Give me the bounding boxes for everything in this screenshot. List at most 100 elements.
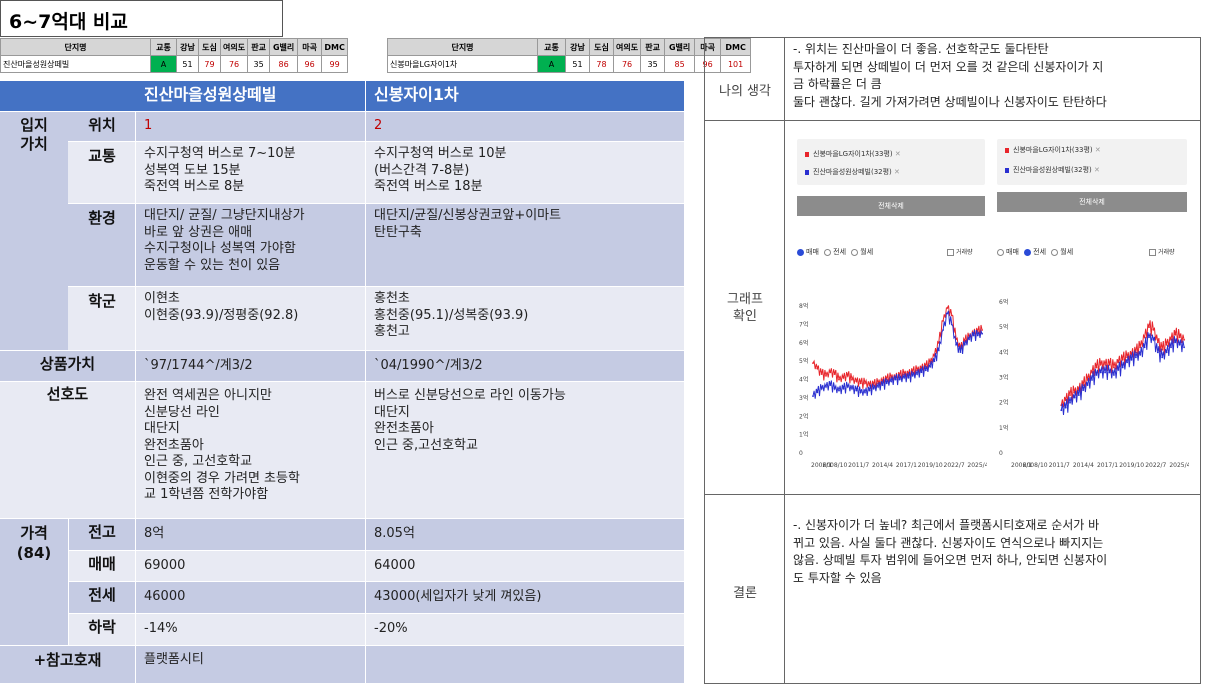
data-point (825, 386, 827, 388)
drop-c1: -14% (144, 621, 178, 636)
x-tick-label: 2008/10 (822, 462, 847, 469)
row-label-peak: 전고 (88, 523, 116, 541)
data-point (933, 360, 936, 363)
data-point (946, 307, 949, 309)
data-point (1069, 401, 1071, 404)
y-tick-label: 5억 (999, 323, 1008, 331)
radio-label: 전세 (833, 248, 847, 256)
legend-item-sinbong[interactable]: 신봉마을LG자이1차(33평) ✕ (1005, 145, 1101, 155)
data-point (1099, 364, 1102, 366)
close-icon[interactable]: ✕ (1094, 166, 1100, 174)
data-point (825, 375, 827, 377)
mode-radio-group: 매매 전세 월세 (797, 247, 873, 257)
close-icon[interactable]: ✕ (895, 150, 901, 158)
data-point (877, 386, 879, 388)
grade-cell: A (150, 55, 177, 73)
data-point (981, 329, 983, 331)
radio-label: 월세 (860, 248, 874, 256)
x-tick-label: 2014/4 (872, 462, 893, 469)
data-point (1156, 351, 1159, 354)
legend-label: 신봉마을LG자이1차(33평) (1013, 146, 1093, 154)
radio-monthly[interactable] (1051, 248, 1059, 256)
data-point (1113, 374, 1115, 376)
data-point (907, 376, 910, 379)
data-point (838, 389, 840, 392)
data-point (1170, 346, 1172, 349)
legend-item-sinbong[interactable]: 신봉마을LG자이1차(33평) ✕ (805, 149, 901, 159)
data-point (1095, 374, 1098, 376)
x-tick-label: 2008/10 (1023, 462, 1048, 469)
data-point (959, 351, 962, 353)
data-point (855, 380, 858, 383)
series-line (1060, 320, 1185, 408)
col-header: 마곡 (297, 38, 323, 56)
product-c2: `04/1990^/계3/2 (374, 358, 483, 373)
data-point (820, 387, 823, 390)
x-tick-label: 2025/4 (967, 462, 987, 469)
radio-sale[interactable] (997, 248, 1004, 256)
score-cell: 51 (176, 55, 199, 73)
y-tick-label: 1억 (799, 431, 808, 439)
legend-item-sangtte[interactable]: 진산마을성원상떼빌(32평) ✕ (1005, 165, 1100, 175)
score-cell: 78 (589, 55, 614, 73)
col-header: 강남 (176, 38, 199, 56)
jeonse-c2: 43000(세입자가 낮게 껴있음) (374, 589, 542, 604)
volume-checkbox[interactable]: 거래량 (1149, 247, 1175, 256)
data-point (911, 375, 914, 377)
close-icon[interactable]: ✕ (894, 168, 900, 176)
data-point (894, 378, 897, 381)
radio-monthly[interactable] (851, 248, 859, 256)
data-point (1117, 369, 1120, 371)
radio-sale[interactable] (797, 248, 804, 256)
x-tick-label: 2022/7 (944, 462, 965, 469)
series-line (812, 305, 983, 390)
data-point (942, 329, 944, 331)
radio-label: 전세 (1033, 248, 1047, 256)
reset-button[interactable]: 전체삭제 (997, 192, 1187, 212)
reset-button[interactable]: 전체삭제 (797, 196, 985, 216)
data-point (851, 378, 853, 381)
radio-jeonse[interactable] (1024, 248, 1032, 256)
data-point (1139, 354, 1142, 356)
col-header: 도심 (589, 38, 614, 56)
data-point (916, 373, 918, 375)
data-point (1082, 389, 1085, 391)
y-tick-label: 3억 (999, 374, 1008, 382)
data-point (829, 371, 832, 374)
volume-checkbox[interactable]: 거래량 (947, 247, 973, 256)
legend-label: 진산마을성원상떼빌(32평) (813, 168, 892, 176)
y-tick-label: 8억 (799, 302, 808, 310)
data-point (881, 384, 884, 386)
product-c1: `97/1744^/계3/2 (144, 358, 253, 373)
data-point (1095, 366, 1098, 369)
transport-c2: 수지구청역 버스로 10분 (버스간격 7-8분) 죽전역 버스로 18분 (374, 146, 507, 194)
close-icon[interactable]: ✕ (1095, 146, 1101, 154)
environment-c1: 대단지/ 균질/ 그냥단지내상가 바로 앞 상권은 애매 수지구청이나 성복역 … (144, 208, 305, 273)
radio-jeonse[interactable] (824, 248, 832, 256)
legend-label: 신봉마을LG자이1차(33평) (813, 150, 893, 158)
col-header: 교통 (150, 38, 177, 56)
data-point (1073, 396, 1076, 399)
radio-label: 월세 (1060, 248, 1074, 256)
data-point (920, 371, 923, 374)
data-point (838, 378, 840, 381)
legend-item-sangtte[interactable]: 진산마을성원상떼빌(32평) ✕ (805, 167, 900, 177)
page-title-box: 6~7억대 비교 (0, 0, 283, 37)
data-point (816, 391, 819, 394)
y-tick-label: 2억 (999, 399, 1008, 407)
table-row: 선호도 완전 역세권은 아니지만 신분당선 라인 대단지 완전초품아 인근 중,… (0, 382, 684, 518)
chart-legend: 신봉마을LG자이1차(33평) ✕ 진산마을성원상떼빌(32평) ✕ (797, 139, 985, 185)
data-point (859, 382, 862, 385)
y-tick-label: 1억 (999, 424, 1008, 432)
data-point (950, 314, 953, 317)
data-point (1126, 361, 1128, 364)
y-tick-label: 0 (999, 450, 1003, 457)
data-point (1060, 409, 1063, 412)
chart-panel-right: 신봉마을LG자이1차(33평) ✕ 진산마을성원상떼빌(32평) ✕ 전체삭제 … (997, 139, 1189, 479)
row-label-product: 상품가치 (39, 355, 96, 373)
mode-radio-group: 매매 전세 월세 (997, 247, 1073, 257)
y-tick-label: 7억 (799, 321, 808, 329)
y-tick-label: 2억 (799, 412, 808, 420)
col-header-name: 단지명 (0, 38, 151, 56)
row-label-transport: 교통 (88, 147, 116, 165)
